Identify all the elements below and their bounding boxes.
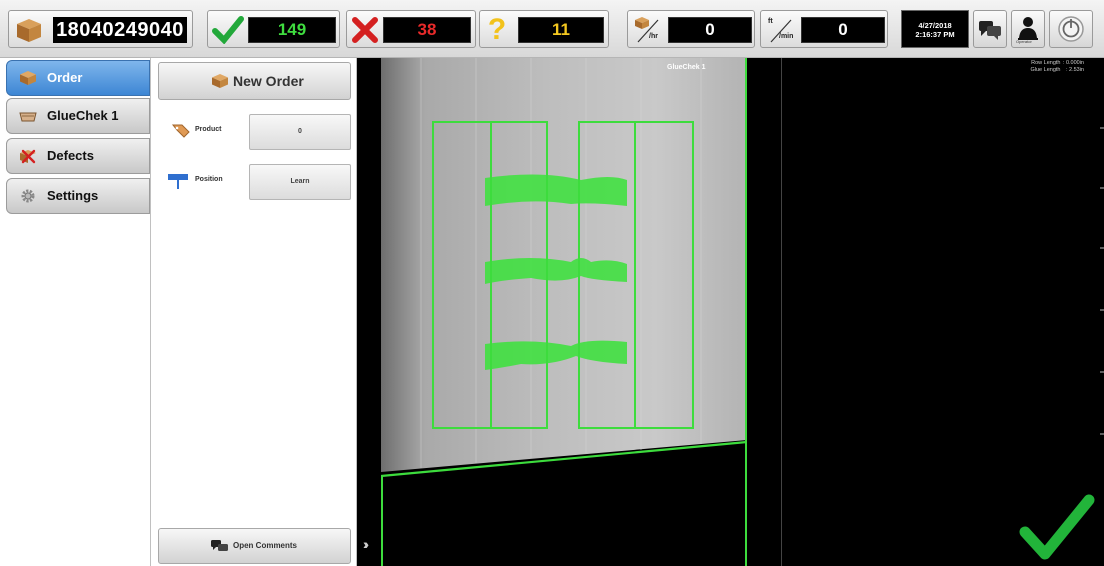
gear-icon bbox=[21, 189, 35, 203]
box-icon bbox=[17, 19, 41, 42]
per-minute-speed-box: ft /min 0 bbox=[760, 10, 888, 48]
question-mark-icon: ? bbox=[487, 13, 507, 46]
expand-chevrons-icon[interactable]: ››› bbox=[363, 536, 369, 552]
view-divider bbox=[781, 58, 782, 566]
box-icon bbox=[212, 74, 228, 88]
nav-tab-gluechek-1[interactable]: GlueChek 1 bbox=[6, 98, 150, 134]
learn-button[interactable]: Learn bbox=[249, 164, 351, 200]
nav-tab-settings[interactable]: Settings bbox=[6, 178, 150, 214]
good-count-box: 149 bbox=[207, 10, 340, 48]
right-scale bbox=[1100, 127, 1104, 435]
product-tag-icon bbox=[171, 124, 190, 138]
order-number: 18040249040 bbox=[53, 17, 187, 43]
box-icon bbox=[20, 71, 36, 85]
comments-icon bbox=[979, 21, 1001, 40]
date-text: 4/27/2018 bbox=[918, 21, 952, 30]
camera-label: GlueChek 1 bbox=[667, 64, 706, 71]
position-flag-icon bbox=[168, 174, 188, 189]
glue-length-value: : 2.53in bbox=[1065, 67, 1084, 73]
product-row: Product 0 bbox=[165, 114, 351, 150]
length-readout: Row Length : 0.000in Glue Length : 2.53i… bbox=[1031, 60, 1085, 74]
order-number-box: 18040249040 bbox=[8, 10, 193, 48]
bad-count-box: 38 bbox=[346, 10, 476, 48]
open-comments-button[interactable]: Open Comments bbox=[158, 528, 351, 564]
camera-viewer: ››› GlueChek 1 Row Length: 0.000in Glue… bbox=[357, 58, 1104, 566]
x-icon bbox=[352, 17, 378, 43]
checkmark-icon bbox=[212, 16, 244, 44]
boxes-per-hour-icon: /hr bbox=[632, 16, 664, 44]
per-hour-speed-box: /hr 0 bbox=[627, 10, 755, 48]
power-button[interactable] bbox=[1049, 10, 1093, 48]
nav-tab-label: Order bbox=[47, 70, 83, 85]
nav-tab-defects[interactable]: Defects bbox=[6, 138, 150, 174]
user-button[interactable]: Operator bbox=[1011, 10, 1045, 48]
power-icon bbox=[1058, 16, 1084, 42]
unknown-count-box: ? 11 bbox=[479, 10, 609, 48]
row-length-label: Row Length bbox=[1031, 60, 1061, 66]
unknown-count: 11 bbox=[518, 17, 604, 43]
order-panel: New Order Product 0 Position Learn Open … bbox=[150, 58, 357, 566]
new-order-button[interactable]: New Order bbox=[158, 62, 351, 100]
nav-tab-order[interactable]: Order bbox=[6, 60, 150, 96]
open-comments-label: Open Comments bbox=[233, 541, 298, 550]
nav-tab-label: Defects bbox=[47, 148, 94, 163]
product-button[interactable]: 0 bbox=[249, 114, 351, 150]
good-count: 149 bbox=[248, 17, 336, 43]
time-text: 2:16:37 PM bbox=[915, 30, 955, 39]
pass-checkmark-icon bbox=[1019, 494, 1095, 560]
nav-tab-label: GlueChek 1 bbox=[47, 108, 119, 123]
position-label: Position bbox=[195, 176, 223, 183]
product-label: Product bbox=[195, 126, 222, 133]
per-minute-speed: 0 bbox=[801, 17, 885, 43]
date-time-display: 4/27/2018 2:16:37 PM bbox=[901, 10, 969, 48]
feet-per-minute-icon: ft /min bbox=[768, 18, 794, 43]
per-hour-unit: /hr bbox=[649, 33, 658, 40]
comments-button[interactable] bbox=[973, 10, 1007, 48]
new-order-label: New Order bbox=[233, 73, 304, 89]
camera-image bbox=[381, 58, 747, 566]
bad-count: 38 bbox=[383, 17, 471, 43]
camera-icon bbox=[19, 112, 37, 122]
top-toolbar: 18040249040 149 38 ? 11 /hr 0 ft /min 0 … bbox=[0, 0, 1104, 58]
row-length-value: : 0.000in bbox=[1062, 60, 1084, 66]
per-hour-speed: 0 bbox=[668, 17, 752, 43]
position-row: Position Learn bbox=[165, 164, 351, 200]
left-navigation: Order GlueChek 1 Defects Settings bbox=[0, 58, 150, 566]
nav-tab-label: Settings bbox=[47, 188, 99, 203]
glue-length-label: Glue Length bbox=[1030, 67, 1061, 73]
defects-icon bbox=[20, 149, 36, 164]
comments-icon bbox=[211, 540, 228, 551]
user-label: Operator bbox=[1016, 39, 1032, 44]
